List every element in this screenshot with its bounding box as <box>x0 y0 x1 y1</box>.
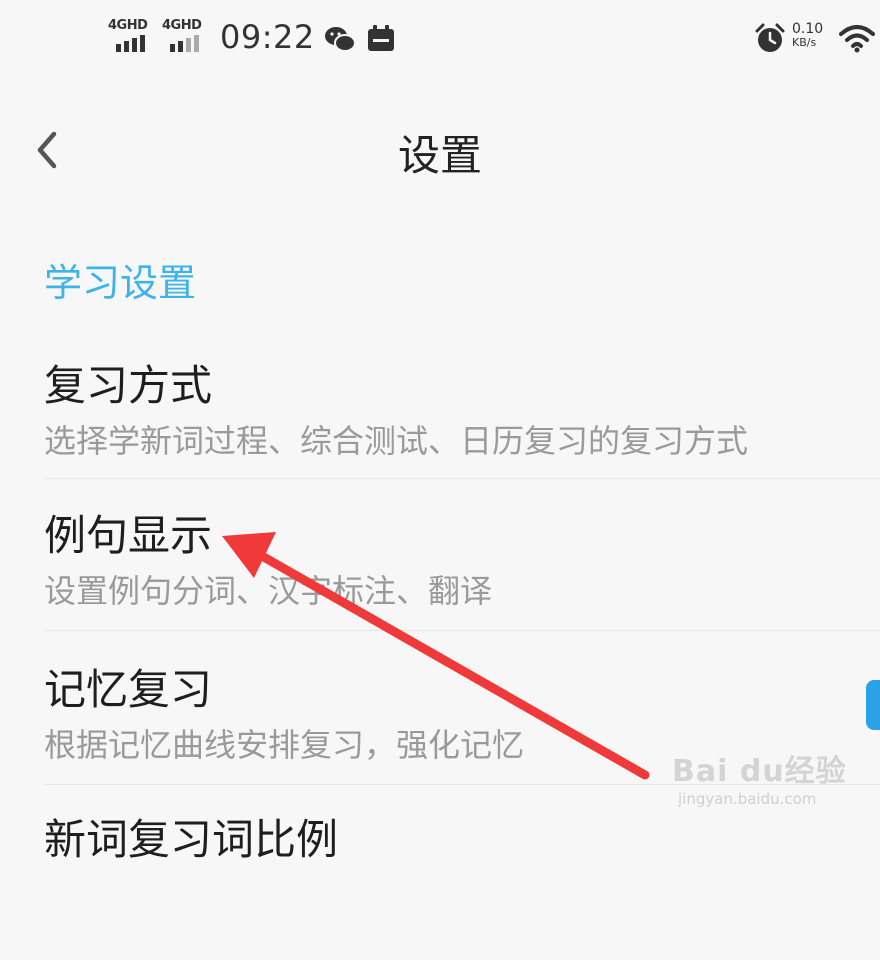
section-header-study-settings: 学习设置 <box>44 261 197 305</box>
settings-item-review-mode[interactable]: 复习方式 选择学新词过程、综合测试、日历复习的复习方式 <box>0 352 880 506</box>
network-speed-unit: KB/s <box>792 36 817 49</box>
side-drawer-handle[interactable] <box>866 680 880 730</box>
status-bar: 4GHD 4GHD 09:22 0.10 KB/s <box>0 0 880 80</box>
divider <box>44 478 880 479</box>
page-title: 设置 <box>397 131 482 180</box>
app-header: 设置 <box>0 90 880 210</box>
signal-strength-1: 4GHD <box>108 18 154 52</box>
network-speed: 0.10 KB/s <box>792 22 832 50</box>
wifi-icon <box>839 25 875 53</box>
signal-2-label: 4GHD <box>162 18 202 33</box>
item-description: 设置例句分词、汉字标注、翻译 <box>44 572 493 610</box>
signal-bars-icon <box>116 35 145 52</box>
settings-item-example-display[interactable]: 例句显示 设置例句分词、汉字标注、翻译 <box>0 502 880 656</box>
wechat-icon <box>325 27 356 52</box>
baidu-jingyan-watermark: Bai du经验 jingyan.baidu.com <box>672 740 862 820</box>
network-speed-value: 0.10 <box>792 21 824 37</box>
item-title: 新词复习词比例 <box>44 815 339 864</box>
alarm-clock-icon <box>755 23 785 52</box>
item-title: 例句显示 <box>44 511 213 560</box>
calendar-icon <box>368 25 394 51</box>
settings-item-new-word-ratio[interactable]: 新词复习词比例 <box>0 806 880 960</box>
item-description: 根据记忆曲线安排复习，强化记忆 <box>44 726 525 764</box>
item-title: 复习方式 <box>44 361 213 410</box>
status-time: 09:22 <box>220 18 315 56</box>
divider <box>44 630 880 631</box>
signal-strength-2: 4GHD <box>162 18 208 52</box>
watermark-brand: Bai du经验 <box>672 754 847 789</box>
item-description: 选择学新词过程、综合测试、日历复习的复习方式 <box>44 422 749 460</box>
signal-1-label: 4GHD <box>108 18 148 33</box>
signal-bars-icon <box>170 35 199 52</box>
item-title: 记忆复习 <box>44 665 213 714</box>
watermark-url: jingyan.baidu.com <box>678 790 817 808</box>
